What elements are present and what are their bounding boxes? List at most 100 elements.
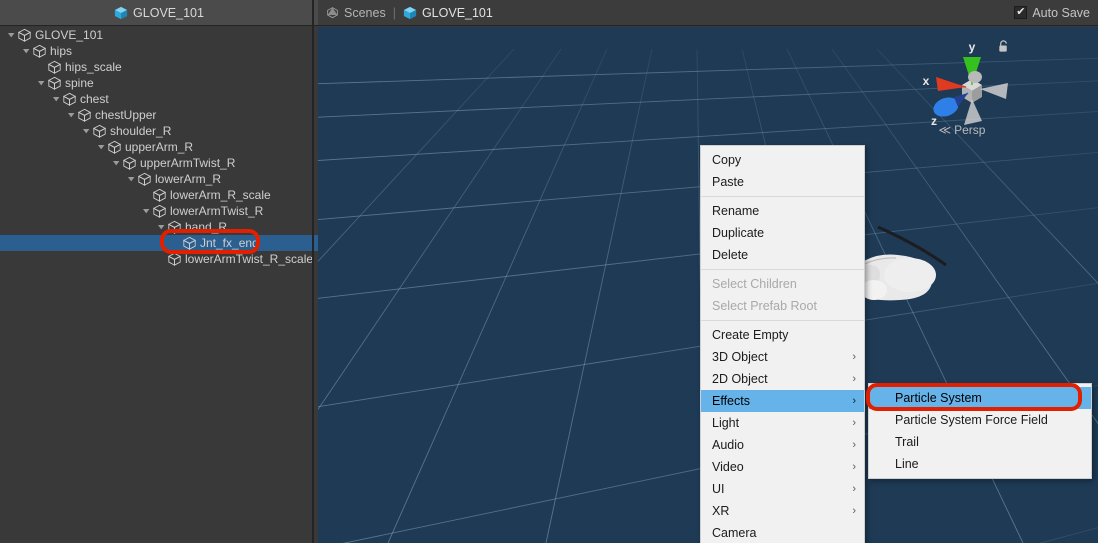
tree-row[interactable]: hips bbox=[0, 43, 318, 59]
chevron-right-icon: › bbox=[852, 461, 856, 473]
menu-item-delete[interactable]: Delete bbox=[701, 244, 864, 266]
panel-divider bbox=[312, 0, 314, 543]
chevron-right-icon: › bbox=[852, 395, 856, 407]
submenu-item-label: Particle System bbox=[895, 391, 982, 405]
chevron-down-icon[interactable] bbox=[156, 219, 167, 235]
cube-icon bbox=[167, 220, 182, 234]
menu-item-xr[interactable]: XR › bbox=[701, 500, 864, 522]
chevron-down-icon[interactable] bbox=[51, 91, 62, 107]
chevron-down-icon[interactable] bbox=[81, 123, 92, 139]
tree-row[interactable]: upperArmTwist_R bbox=[0, 155, 318, 171]
menu-item-label: 2D Object bbox=[712, 372, 768, 386]
scene-projection-label[interactable]: ≪ Persp bbox=[908, 123, 1016, 137]
menu-item-audio[interactable]: Audio › bbox=[701, 434, 864, 456]
breadcrumb[interactable]: Scenes | GLOVE_101 bbox=[326, 6, 493, 20]
hierarchy-tree[interactable]: GLOVE_101 hips hips_scale spine chest chestUp… bbox=[0, 27, 318, 543]
chevron-down-icon[interactable] bbox=[96, 139, 107, 155]
menu-item-rename[interactable]: Rename bbox=[701, 200, 864, 222]
menu-item-label: Create Empty bbox=[712, 328, 789, 342]
tree-row[interactable]: hand_R bbox=[0, 219, 318, 235]
persp-prefix-icon: ≪ bbox=[938, 123, 952, 137]
auto-save-toggle[interactable]: ✔ Auto Save bbox=[1014, 6, 1090, 20]
menu-item-copy[interactable]: Copy bbox=[701, 149, 864, 171]
menu-item-camera[interactable]: Camera bbox=[701, 522, 864, 543]
cube-icon bbox=[122, 156, 137, 170]
tree-row-selected[interactable]: Jnt_fx_end bbox=[0, 235, 318, 251]
hierarchy-tab[interactable]: GLOVE_101 bbox=[0, 0, 318, 26]
submenu-item-label: Line bbox=[895, 457, 919, 471]
menu-item-3d-object[interactable]: 3D Object › bbox=[701, 346, 864, 368]
menu-item-label: Effects bbox=[712, 394, 750, 408]
menu-item-effects[interactable]: Effects › bbox=[701, 390, 864, 412]
menu-separator bbox=[701, 320, 864, 321]
chevron-down-icon[interactable] bbox=[141, 203, 152, 219]
tree-row[interactable]: GLOVE_101 bbox=[0, 27, 318, 43]
auto-save-checkbox[interactable]: ✔ bbox=[1014, 6, 1028, 19]
menu-item-label: Rename bbox=[712, 204, 760, 218]
chevron-down-icon[interactable] bbox=[36, 75, 47, 91]
tree-row[interactable]: chestUpper bbox=[0, 107, 318, 123]
cube-icon bbox=[403, 6, 417, 20]
tree-row[interactable]: chest bbox=[0, 91, 318, 107]
submenu-item-particle-system-force-field[interactable]: Particle System Force Field bbox=[869, 409, 1091, 431]
menu-item-select-prefab-root: Select Prefab Root bbox=[701, 295, 864, 317]
tree-row-label: shoulder_R bbox=[110, 124, 172, 138]
menu-item-label: Select Prefab Root bbox=[712, 299, 817, 313]
chevron-right-icon: › bbox=[852, 351, 856, 363]
menu-item-create-empty[interactable]: Create Empty bbox=[701, 324, 864, 346]
submenu-item-trail[interactable]: Trail bbox=[869, 431, 1091, 453]
menu-item-label: UI bbox=[712, 482, 725, 496]
auto-save-label: Auto Save bbox=[1032, 5, 1090, 20]
cube-icon bbox=[47, 76, 62, 90]
hierarchy-context-menu[interactable]: Copy Paste Rename Duplicate Delete Select Chi… bbox=[700, 145, 865, 543]
cube-icon bbox=[47, 60, 62, 74]
tree-row[interactable]: upperArm_R bbox=[0, 139, 318, 155]
chevron-down-icon[interactable] bbox=[6, 27, 17, 43]
tree-row-label: lowerArm_R bbox=[155, 172, 222, 186]
menu-item-paste[interactable]: Paste bbox=[701, 171, 864, 193]
chevron-down-icon[interactable] bbox=[111, 155, 122, 171]
tree-row[interactable]: shoulder_R bbox=[0, 123, 318, 139]
menu-item-label: Video bbox=[712, 460, 744, 474]
tree-row-label: hand_R bbox=[185, 220, 228, 234]
menu-item-label: Paste bbox=[712, 175, 744, 189]
breadcrumb-separator: | bbox=[392, 5, 396, 20]
menu-item-ui[interactable]: UI › bbox=[701, 478, 864, 500]
menu-item-label: XR bbox=[712, 504, 730, 518]
chevron-right-icon: › bbox=[852, 483, 856, 495]
tree-row[interactable]: lowerArmTwist_R bbox=[0, 203, 318, 219]
effects-submenu[interactable]: Particle System Particle System Force Fie… bbox=[868, 383, 1092, 479]
menu-item-duplicate[interactable]: Duplicate bbox=[701, 222, 864, 244]
breadcrumb-scene-name: GLOVE_101 bbox=[421, 5, 493, 20]
chevron-right-icon: › bbox=[852, 417, 856, 429]
submenu-item-particle-system[interactable]: Particle System bbox=[869, 387, 1091, 409]
cube-icon bbox=[17, 28, 32, 42]
cube-icon bbox=[92, 124, 107, 138]
cube-icon bbox=[167, 252, 182, 266]
menu-item-light[interactable]: Light › bbox=[701, 412, 864, 434]
tree-row[interactable]: lowerArm_R bbox=[0, 171, 318, 187]
check-icon: ✔ bbox=[1016, 6, 1026, 18]
menu-item-2d-object[interactable]: 2D Object › bbox=[701, 368, 864, 390]
tree-arrow-placeholder bbox=[156, 251, 167, 267]
chevron-right-icon: › bbox=[852, 439, 856, 451]
menu-item-label: Copy bbox=[712, 153, 742, 167]
chevron-down-icon[interactable] bbox=[21, 43, 32, 59]
tree-row[interactable]: lowerArm_R_scale bbox=[0, 187, 318, 203]
menu-item-label: Audio bbox=[712, 438, 744, 452]
menu-item-select-children: Select Children bbox=[701, 273, 864, 295]
tree-row-label: chest bbox=[80, 92, 109, 106]
breadcrumb-scenes[interactable]: Scenes bbox=[344, 6, 386, 20]
gizmo-lock-icon[interactable] bbox=[997, 39, 1010, 53]
tree-row[interactable]: spine bbox=[0, 75, 318, 91]
tree-row[interactable]: hips_scale bbox=[0, 59, 318, 75]
submenu-item-line[interactable]: Line bbox=[869, 453, 1091, 475]
tree-row[interactable]: lowerArmTwist_R_scale bbox=[0, 251, 318, 267]
breadcrumb-scene-group[interactable]: GLOVE_101 bbox=[403, 6, 493, 20]
chevron-down-icon[interactable] bbox=[66, 107, 77, 123]
menu-item-video[interactable]: Video › bbox=[701, 456, 864, 478]
chevron-down-icon[interactable] bbox=[126, 171, 137, 187]
tree-row-label: upperArmTwist_R bbox=[140, 156, 236, 170]
menu-separator bbox=[701, 269, 864, 270]
menu-item-label: 3D Object bbox=[712, 350, 768, 364]
